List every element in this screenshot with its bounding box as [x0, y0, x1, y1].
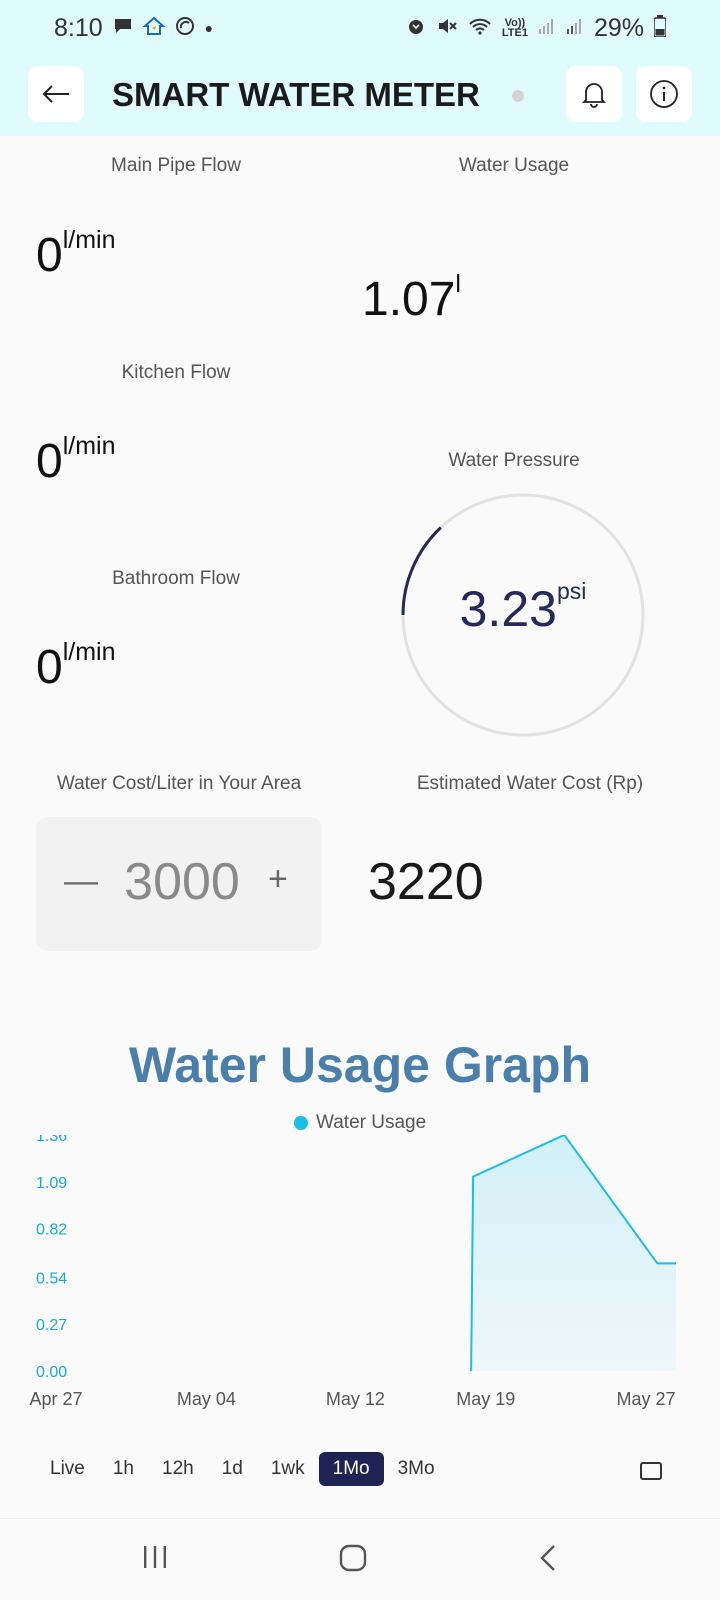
- page-title: SMART WATER METER: [112, 76, 480, 113]
- water-usage-label: Water Usage: [458, 155, 570, 176]
- signal-icon: [538, 17, 556, 39]
- recent-apps-button[interactable]: [142, 1543, 168, 1579]
- decrease-cost-button[interactable]: —: [64, 862, 98, 901]
- y-tick-label: 1.09: [36, 1175, 67, 1192]
- range-1d[interactable]: 1d: [208, 1452, 257, 1486]
- water-usage-number: 1.07: [362, 273, 456, 326]
- y-tick-label: 0.27: [36, 1317, 67, 1334]
- back-button[interactable]: [28, 66, 84, 122]
- battery-percent: 29%: [593, 13, 644, 42]
- x-tick-label: May 04: [177, 1389, 236, 1409]
- series-area: [471, 1135, 676, 1371]
- app-header: SMART WATER METER: [0, 56, 720, 136]
- notification-dot-icon: ●: [204, 20, 214, 36]
- main-pipe-flow-number: 0: [36, 229, 63, 282]
- y-tick-label: 0.00: [36, 1364, 67, 1381]
- x-tick-label: May 27: [616, 1389, 675, 1409]
- water-usage-chart[interactable]: 0.00 0.27 0.54 0.82 1.09 1.36 Apr 27 May 04 May …: [0, 1135, 720, 1435]
- signal-2-icon: [566, 17, 584, 39]
- sync-icon: [175, 16, 195, 40]
- legend-label: Water Usage: [316, 1112, 427, 1133]
- kitchen-flow-label: Kitchen Flow: [121, 362, 231, 383]
- status-left: 8:10 ●: [54, 14, 213, 43]
- range-live[interactable]: Live: [36, 1452, 99, 1486]
- range-1h[interactable]: 1h: [99, 1452, 148, 1486]
- increase-cost-button[interactable]: +: [268, 860, 288, 899]
- estimated-cost-value: 3220: [368, 853, 484, 911]
- status-time: 8:10: [54, 13, 103, 42]
- bathroom-flow-value: 0l/min: [36, 638, 116, 695]
- connection-status-dot: [512, 90, 524, 102]
- estimated-cost-label: Estimated Water Cost (Rp): [416, 773, 644, 794]
- kitchen-flow-unit: l/min: [62, 432, 116, 460]
- y-tick-label: 0.54: [36, 1270, 67, 1287]
- expand-chart-icon[interactable]: [640, 1462, 662, 1480]
- arrow-left-icon: [42, 85, 69, 103]
- x-tick-label: Apr 27: [29, 1389, 82, 1409]
- graph-title: Water Usage Graph: [128, 1037, 592, 1093]
- pressure-number: 3.23: [459, 581, 557, 637]
- bathroom-flow-label: Bathroom Flow: [112, 568, 240, 589]
- system-nav-bar: [0, 1518, 720, 1600]
- range-1mo[interactable]: 1Mo: [318, 1452, 384, 1486]
- back-nav-button[interactable]: [538, 1543, 558, 1581]
- range-3mo[interactable]: 3Mo: [384, 1452, 449, 1486]
- home-icon: [339, 1544, 367, 1572]
- network-label: LTE1: [501, 27, 528, 39]
- time-range-selector: Live 1h 12h 1d 1wk 1Mo 3Mo: [36, 1452, 449, 1486]
- pressure-unit: psi: [556, 578, 587, 604]
- alarm-icon: [406, 16, 426, 40]
- home-app-icon: [142, 16, 166, 40]
- main-pipe-flow-value: 0l/min: [36, 226, 116, 283]
- water-usage-value: 1.07l: [362, 270, 461, 327]
- range-1wk[interactable]: 1wk: [257, 1452, 319, 1486]
- status-bar: 8:10 ● Vo)) LTE1 29%: [0, 0, 720, 56]
- bathroom-flow-number: 0: [36, 641, 63, 694]
- wifi-icon: [468, 16, 492, 40]
- back-chevron-icon: [540, 1545, 555, 1571]
- mute-icon: [436, 16, 458, 40]
- water-pressure-label: Water Pressure: [448, 450, 580, 471]
- message-icon: [113, 17, 133, 39]
- range-12h[interactable]: 12h: [148, 1452, 208, 1486]
- kitchen-flow-number: 0: [36, 435, 63, 488]
- water-cost-input[interactable]: [112, 852, 252, 912]
- volte-indicator: Vo)) LTE1: [501, 18, 528, 39]
- bathroom-flow-unit: l/min: [62, 638, 116, 666]
- y-tick-label: 1.36: [36, 1135, 67, 1145]
- x-tick-label: May 19: [456, 1389, 515, 1409]
- pressure-value: 3.23psi: [398, 578, 648, 638]
- status-right: Vo)) LTE1 29%: [406, 13, 667, 43]
- bell-icon: [581, 83, 607, 108]
- x-tick-label: May 12: [326, 1389, 385, 1409]
- info-icon: [650, 80, 678, 108]
- legend-dot: [294, 1116, 308, 1130]
- water-cost-label: Water Cost/Liter in Your Area: [56, 773, 302, 794]
- recent-apps-icon: [144, 1546, 166, 1568]
- home-button[interactable]: [338, 1543, 368, 1581]
- chart-legend[interactable]: Water Usage: [294, 1112, 426, 1134]
- info-button[interactable]: [636, 66, 692, 122]
- main-pipe-flow-label: Main Pipe Flow: [111, 155, 241, 176]
- kitchen-flow-value: 0l/min: [36, 432, 116, 489]
- notifications-button[interactable]: [566, 66, 622, 122]
- water-usage-unit: l: [455, 270, 461, 298]
- main-pipe-flow-unit: l/min: [62, 226, 116, 254]
- battery-icon: [653, 15, 667, 41]
- y-tick-label: 0.82: [36, 1222, 67, 1239]
